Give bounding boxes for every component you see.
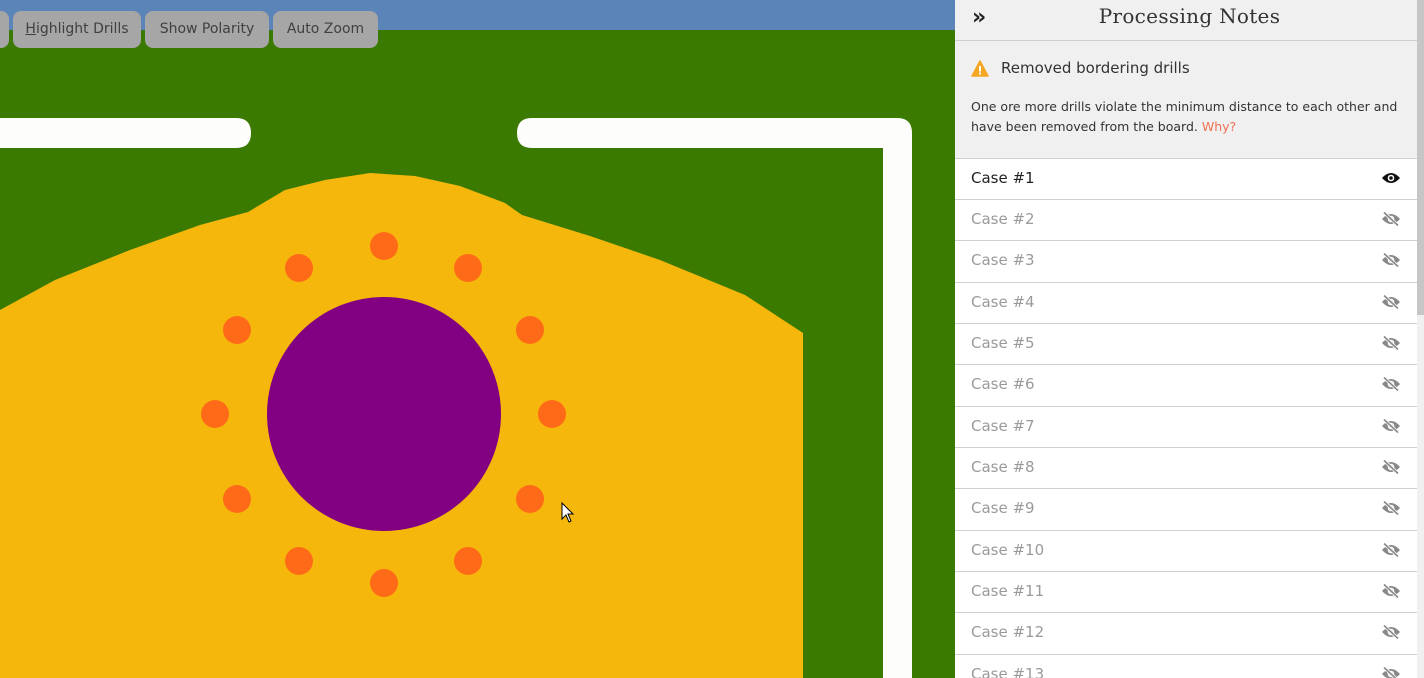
case-row[interactable]: Case #10 [955,530,1417,571]
mouse-cursor-icon [561,502,575,523]
eye-slash-icon[interactable] [1381,459,1401,479]
warning-title: Removed bordering drills [1001,59,1190,77]
center-pad [267,297,501,531]
case-row[interactable]: Case #2 [955,199,1417,240]
warning-description-text: One ore more drills violate the minimum … [971,99,1398,134]
eye-icon[interactable] [1381,170,1401,189]
show-polarity-button[interactable]: Show Polarity [145,11,269,48]
case-row[interactable]: Case #4 [955,282,1417,323]
case-row[interactable]: Case #8 [955,447,1417,488]
drill-hole [223,485,251,513]
eye-slash-icon[interactable] [1381,583,1401,603]
case-label: Case #5 [971,334,1035,352]
case-row[interactable]: Case #3 [955,240,1417,282]
drill-hole [223,316,251,344]
case-label: Case #2 [971,210,1035,228]
case-label: Case #4 [971,293,1035,311]
eye-slash-icon[interactable] [1381,542,1401,562]
drill-hole [285,547,313,575]
eye-slash-icon[interactable] [1381,335,1401,355]
processing-notes-panel: » Processing Notes Removed bordering dri… [955,0,1424,678]
case-row[interactable]: Case #9 [955,488,1417,530]
case-label: Case #13 [971,665,1045,678]
case-row[interactable]: Case #11 [955,571,1417,612]
drill-hole [516,485,544,513]
highlight-drills-accesskey: H [25,21,36,37]
case-row[interactable]: Case #12 [955,612,1417,654]
highlight-drills-label: ighlight Drills [35,21,129,37]
case-row[interactable]: Case #5 [955,323,1417,364]
scrollbar-thumb[interactable] [1417,0,1424,315]
drill-hole [201,400,229,428]
toolbar-partial-button[interactable] [0,11,9,48]
drill-hole [454,254,482,282]
drill-hole [370,569,398,597]
case-label: Case #10 [971,541,1045,559]
eye-slash-icon[interactable] [1381,211,1401,231]
eye-slash-icon[interactable] [1381,666,1401,678]
case-label: Case #9 [971,499,1035,517]
why-link[interactable]: Why? [1202,119,1236,134]
panel-scrollbar[interactable] [1417,0,1424,678]
warning-description: One ore more drills violate the minimum … [955,97,1424,159]
case-row[interactable]: Case #13 [955,654,1417,678]
eye-slash-icon[interactable] [1381,418,1401,438]
eye-slash-icon[interactable] [1381,252,1401,272]
eye-slash-icon[interactable] [1381,624,1401,644]
auto-zoom-button[interactable]: Auto Zoom [273,11,378,48]
warning-header: Removed bordering drills [955,41,1424,97]
case-label: Case #1 [971,169,1035,187]
drill-hole [370,232,398,260]
case-label: Case #3 [971,251,1035,269]
eye-slash-icon[interactable] [1381,376,1401,396]
case-label: Case #12 [971,623,1045,641]
case-row[interactable]: Case #1 [955,158,1417,199]
panel-title: Processing Notes [1098,4,1281,28]
case-row[interactable]: Case #6 [955,364,1417,406]
board-viewer[interactable]: Highlight Drills Show Polarity Auto Zoom [0,0,955,678]
drill-hole [285,254,313,282]
viewer-top-bar [0,0,955,30]
case-row[interactable]: Case #7 [955,406,1417,447]
case-label: Case #8 [971,458,1035,476]
eye-slash-icon[interactable] [1381,294,1401,314]
highlight-drills-button[interactable]: Highlight Drills [13,11,141,48]
panel-header: » Processing Notes [955,0,1424,41]
case-label: Case #11 [971,582,1045,600]
eye-slash-icon[interactable] [1381,500,1401,520]
pcb-render[interactable] [0,0,955,678]
trace-left [0,118,251,148]
drill-hole [516,316,544,344]
drill-hole [538,400,566,428]
warning-icon [971,60,989,77]
case-label: Case #7 [971,417,1035,435]
drill-hole [454,547,482,575]
case-label: Case #6 [971,375,1035,393]
case-list: Case #1 Case #2 Case #3 Case #4 Case #5 Case … [955,158,1417,678]
